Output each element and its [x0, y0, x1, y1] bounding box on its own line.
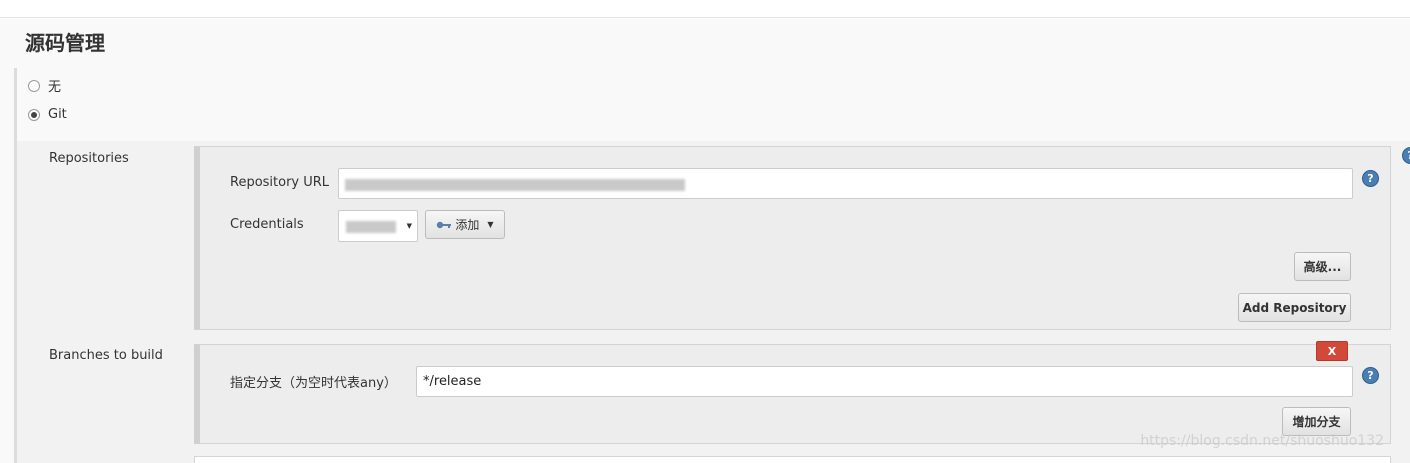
repository-url-input[interactable]	[338, 168, 1353, 199]
help-icon[interactable]: ?	[1362, 367, 1379, 384]
add-credentials-button[interactable]: 添加 ▼	[425, 210, 505, 239]
redacted-url	[345, 179, 685, 191]
watermark: https://blog.csdn.net/shuoshuo132	[1140, 433, 1384, 449]
key-icon	[437, 221, 452, 228]
delete-branch-button[interactable]: X	[1316, 341, 1348, 361]
add-repository-button[interactable]: Add Repository	[1238, 293, 1351, 322]
radio-git-button[interactable]	[28, 108, 40, 121]
add-branch-button[interactable]: 增加分支	[1282, 407, 1351, 436]
help-icon[interactable]: ?	[1362, 170, 1379, 187]
branch-specifier-label: 指定分支（为空时代表any）	[230, 376, 397, 391]
caret-down-icon: ▼	[487, 220, 494, 229]
caret-down-icon: ▼	[406, 222, 412, 230]
branch-specifier-input[interactable]: */release	[416, 366, 1353, 397]
advanced-button[interactable]: 高级...	[1294, 252, 1351, 281]
add-credentials-label: 添加	[455, 218, 480, 232]
repository-panel: Repository URL ? Credentials ▼ 添加 ▼ 高级..…	[194, 146, 1391, 330]
next-panel-edge	[194, 456, 1391, 463]
top-band	[0, 0, 1410, 18]
radio-git-label: Git	[48, 107, 67, 122]
radio-option-none[interactable]: 无	[28, 76, 61, 95]
credentials-label: Credentials	[230, 217, 304, 232]
radio-option-git[interactable]: Git	[28, 107, 67, 122]
credentials-select[interactable]: ▼	[338, 210, 418, 242]
radio-none-label: 无	[48, 80, 62, 95]
branches-label: Branches to build	[49, 348, 163, 363]
radio-none-button[interactable]	[28, 79, 40, 92]
section-title: 源码管理	[25, 31, 105, 55]
redacted-credential	[346, 221, 396, 233]
branch-panel: X 指定分支（为空时代表any） */release ? 增加分支	[194, 341, 1391, 444]
radio-selected-dot	[31, 111, 37, 118]
repository-url-label: Repository URL	[230, 175, 330, 190]
repositories-label: Repositories	[49, 151, 129, 166]
